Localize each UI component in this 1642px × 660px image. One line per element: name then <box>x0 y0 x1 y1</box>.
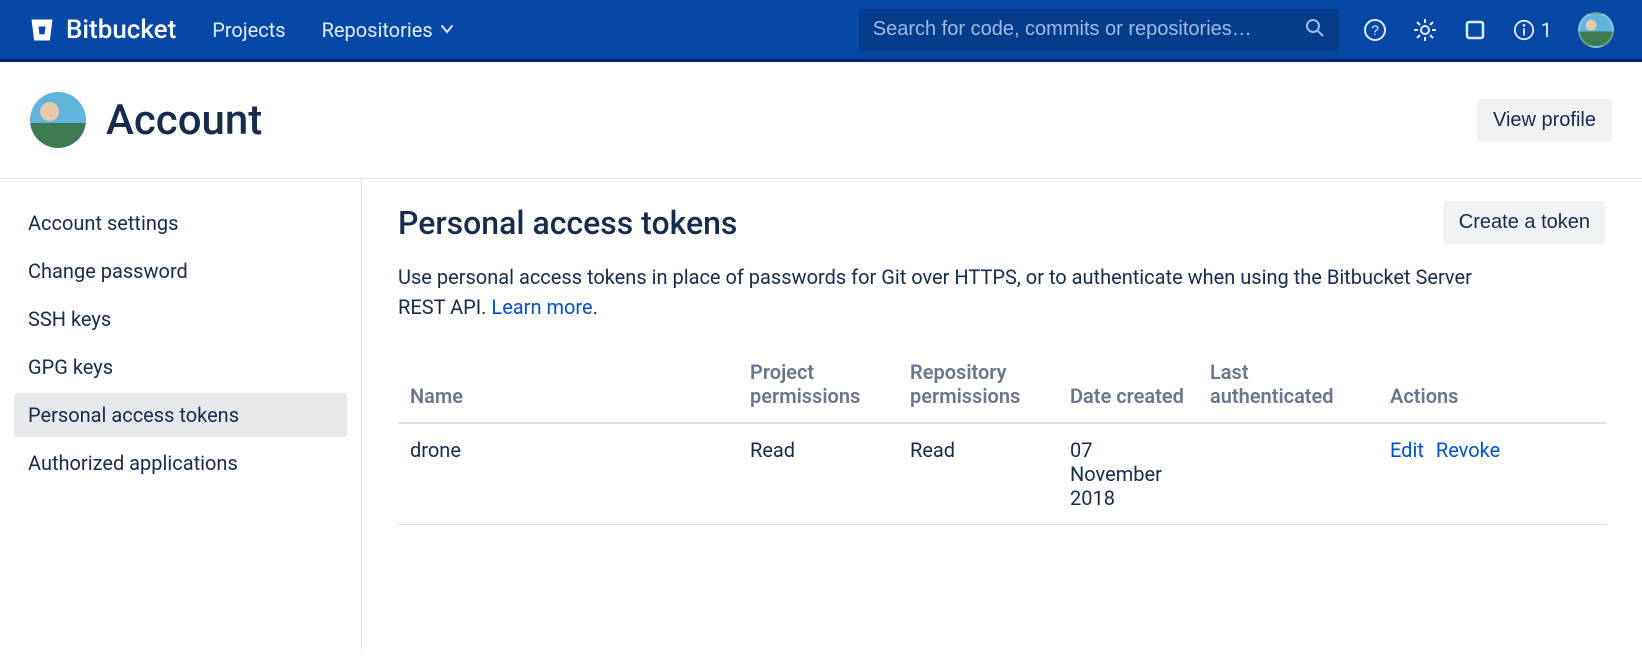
search-box[interactable] <box>859 9 1339 51</box>
nav-repositories[interactable]: Repositories <box>322 18 455 42</box>
info-badge-count: 1 <box>1541 18 1552 42</box>
sidebar: Account settings Change password SSH key… <box>0 179 362 649</box>
th-project-permissions: Project permissions <box>738 350 898 423</box>
revoke-link[interactable]: Revoke <box>1436 438 1500 462</box>
sidebar-item-label: Personal access tokens <box>28 403 239 427</box>
main-description: Use personal access tokens in place of p… <box>398 262 1498 322</box>
body: Account settings Change password SSH key… <box>0 179 1642 649</box>
main-content: Personal access tokens Create a token Us… <box>362 179 1642 649</box>
chevron-down-icon <box>439 18 455 42</box>
learn-more-link[interactable]: Learn more <box>491 295 592 319</box>
user-avatar[interactable] <box>1578 12 1614 48</box>
square-icon[interactable] <box>1463 18 1487 42</box>
cell-last-authenticated <box>1198 423 1378 525</box>
th-last-authenticated: Last authenticated <box>1198 350 1378 423</box>
bitbucket-logo-icon <box>28 16 56 44</box>
cell-actions: Edit Revoke <box>1378 423 1606 525</box>
view-profile-button[interactable]: View profile <box>1477 99 1612 142</box>
sidebar-item-label: Change password <box>28 259 188 283</box>
page-avatar <box>30 92 86 148</box>
cell-name: drone <box>398 423 738 525</box>
main-header: Personal access tokens Create a token <box>398 201 1606 244</box>
nav-repositories-label: Repositories <box>322 18 433 42</box>
sidebar-item-gpg-keys[interactable]: GPG keys <box>14 345 347 389</box>
nav-links: Projects Repositories <box>212 18 454 42</box>
sidebar-item-personal-access-tokens[interactable]: Personal access tokens <box>14 393 347 437</box>
help-icon[interactable]: ? <box>1363 18 1387 42</box>
table-header-row: Name Project permissions Repository perm… <box>398 350 1606 423</box>
cell-repository-permissions: Read <box>898 423 1058 525</box>
top-nav: Bitbucket Projects Repositories ? <box>0 0 1642 62</box>
th-name: Name <box>398 350 738 423</box>
nav-projects-label: Projects <box>212 18 285 42</box>
brand[interactable]: Bitbucket <box>28 15 176 45</box>
sidebar-item-account-settings[interactable]: Account settings <box>14 201 347 245</box>
sidebar-item-label: Account settings <box>28 211 178 235</box>
th-actions: Actions <box>1378 350 1606 423</box>
sidebar-item-authorized-applications[interactable]: Authorized applications <box>14 441 347 485</box>
cell-date-created: 07 November 2018 <box>1058 423 1198 525</box>
sidebar-item-change-password[interactable]: Change password <box>14 249 347 293</box>
search-input[interactable] <box>873 18 1295 41</box>
sidebar-item-label: GPG keys <box>28 355 113 379</box>
search-icon <box>1305 18 1325 42</box>
description-post: . <box>593 295 598 319</box>
sidebar-item-label: Authorized applications <box>28 451 238 475</box>
nav-projects[interactable]: Projects <box>212 18 285 42</box>
sidebar-item-ssh-keys[interactable]: SSH keys <box>14 297 347 341</box>
svg-text:?: ? <box>1371 22 1379 38</box>
topbar-icons: ? 1 <box>1363 12 1614 48</box>
edit-link[interactable]: Edit <box>1390 438 1424 462</box>
cell-project-permissions: Read <box>738 423 898 525</box>
main-title: Personal access tokens <box>398 204 737 242</box>
table-row: drone Read Read 07 November 2018 Edit Rev… <box>398 423 1606 525</box>
page-header: Account View profile <box>0 62 1642 179</box>
brand-name: Bitbucket <box>66 15 176 45</box>
sidebar-item-label: SSH keys <box>28 307 111 331</box>
th-repository-permissions: Repository permissions <box>898 350 1058 423</box>
tokens-table: Name Project permissions Repository perm… <box>398 350 1606 525</box>
th-date-created: Date created <box>1058 350 1198 423</box>
gear-icon[interactable] <box>1413 18 1437 42</box>
create-token-button[interactable]: Create a token <box>1443 201 1606 244</box>
info-badge[interactable]: 1 <box>1513 18 1552 42</box>
page-title: Account <box>106 96 262 145</box>
